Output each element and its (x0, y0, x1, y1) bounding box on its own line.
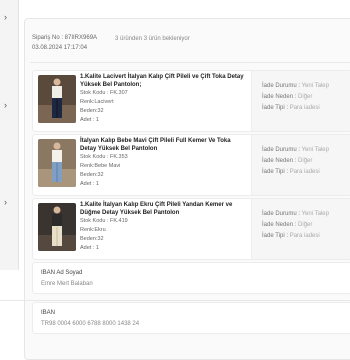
chevron-right-icon[interactable]: › (4, 197, 7, 207)
product-size: Beden:32 (80, 236, 104, 242)
product-name[interactable]: İtalyan Kalıp Bebe Mavi Çift Pileli Full… (80, 138, 248, 153)
product-size: Beden:32 (80, 108, 104, 114)
product-qty: Adet : 1 (80, 181, 99, 187)
product-size: Beden:32 (80, 172, 104, 178)
product-name[interactable]: 1.Kalite Lacivert İtalyan Kalıp Çift Pil… (80, 74, 248, 89)
iban-name-value: Emre Mert Balaban (41, 281, 93, 287)
return-type: İade Tipi : Para iadesi (262, 233, 320, 239)
iban-field: IBAN TR98 0004 6000 6788 8000 1438 24 (32, 302, 350, 334)
return-item-card: 1.Kalite İtalyan Kalıp Ekru Çift Pileli … (32, 198, 350, 260)
iban-value: TR98 0004 6000 6788 8000 1438 24 (41, 321, 140, 327)
product-image[interactable] (38, 139, 76, 187)
product-color: Renk:Lacivert (80, 99, 114, 105)
product-name[interactable]: 1.Kalite İtalyan Kalıp Ekru Çift Pileli … (80, 202, 248, 217)
return-status: İade Durumu : Yeni Talep (262, 83, 329, 89)
return-item-card: 1.Kalite Lacivert İtalyan Kalıp Çift Pil… (32, 70, 350, 132)
product-sku: Stok Kodu : FK.353 (80, 154, 128, 160)
product-qty: Adet : 1 (80, 245, 99, 251)
product-sku: Stok Kodu : FK.419 (80, 218, 128, 224)
product-image[interactable] (38, 75, 76, 123)
return-reason: İade Neden : Diğer (262, 158, 313, 164)
iban-name-label: IBAN Ad Soyad (41, 270, 83, 276)
order-number: Sipariş No : 87IIRX969A (32, 35, 98, 41)
return-type: İade Tipi : Para iadesi (262, 169, 320, 175)
product-qty: Adet : 1 (80, 117, 99, 123)
iban-name-field: IBAN Ad Soyad Emre Mert Balaban (32, 262, 350, 294)
return-item-card: İtalyan Kalıp Bebe Mavi Çift Pileli Full… (32, 134, 350, 196)
product-color: Renk:Bebe Mavi (80, 163, 121, 169)
product-image[interactable] (38, 203, 76, 251)
order-status: 3 üründen 3 ürün bekleniyor (115, 36, 190, 42)
order-header: Sipariş No : 87IIRX969A 03.08.2024 17:17… (32, 33, 97, 53)
chevron-right-icon[interactable]: › (4, 100, 7, 110)
return-info: İade Durumu : Yeni Talep İade Neden : Di… (251, 135, 350, 195)
return-info: İade Durumu : Yeni Talep İade Neden : Di… (251, 199, 350, 259)
iban-label: IBAN (41, 310, 56, 316)
return-type: İade Tipi : Para iadesi (262, 105, 320, 111)
divider (30, 62, 350, 63)
chevron-right-icon[interactable]: › (4, 12, 7, 22)
divider (0, 300, 350, 301)
product-sku: Stok Kodu : FK.307 (80, 90, 128, 96)
return-status: İade Durumu : Yeni Talep (262, 147, 329, 153)
left-side-panel: › › › (0, 0, 19, 270)
return-info: İade Durumu : Yeni Talep İade Neden : Di… (251, 71, 350, 131)
order-date: 03.08.2024 17:17:04 (32, 45, 88, 51)
return-reason: İade Neden : Diğer (262, 222, 313, 228)
return-status: İade Durumu : Yeni Talep (262, 211, 329, 217)
return-reason: İade Neden : Diğer (262, 94, 313, 100)
product-color: Renk:Ekru (80, 227, 106, 233)
